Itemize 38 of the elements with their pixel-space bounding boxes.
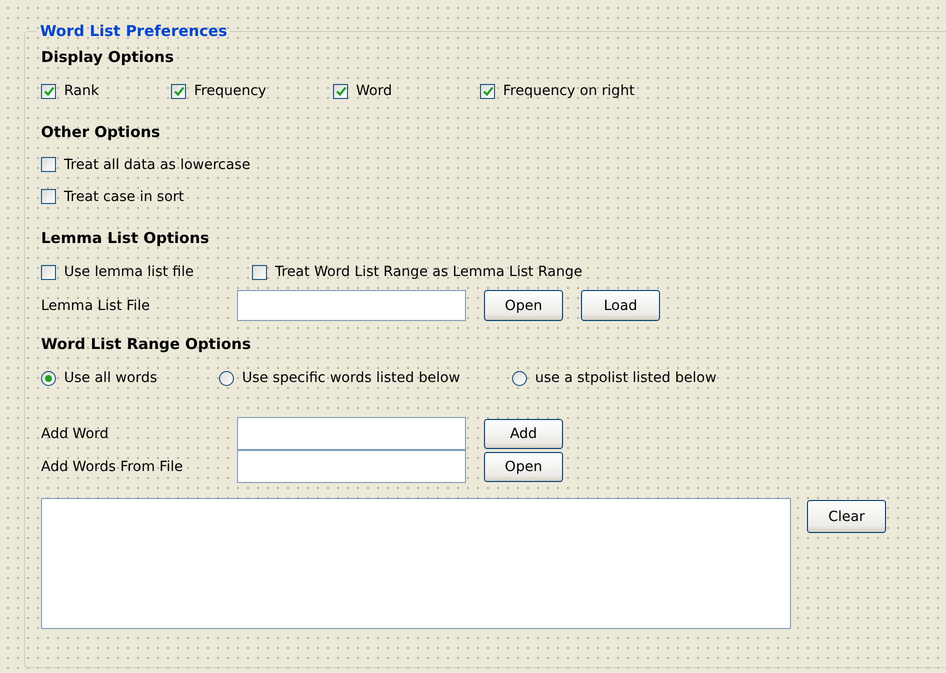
checkbox[interactable] xyxy=(41,189,56,204)
group-title: Word List Preferences xyxy=(39,22,228,40)
radio-button[interactable] xyxy=(512,370,527,386)
checkbox-label: Treat Word List Range as Lemma List Range xyxy=(275,264,582,280)
checkbox-label: Use lemma list file xyxy=(64,264,194,280)
button[interactable]: Open xyxy=(484,452,563,482)
input-field[interactable] xyxy=(237,450,466,483)
field-label: Add Words From File xyxy=(41,458,184,474)
checkbox-label: Frequency xyxy=(194,83,266,99)
radio-label: use a stpolist listed below xyxy=(535,370,716,386)
radio-label: Use all words xyxy=(64,370,158,386)
input-field[interactable] xyxy=(237,290,466,321)
field-label: Add Word xyxy=(41,426,110,442)
checkbox[interactable] xyxy=(41,84,56,98)
radio-button[interactable] xyxy=(41,370,56,386)
checkbox-label: Treat case in sort xyxy=(64,188,184,204)
checkbox[interactable] xyxy=(41,157,56,172)
checkbox[interactable] xyxy=(252,264,267,280)
checkbox[interactable] xyxy=(41,264,56,280)
radio-label: Use specific words listed below xyxy=(242,370,460,386)
section-heading: Lemma List Options xyxy=(41,229,210,249)
checkbox-label: Treat all data as lowercase xyxy=(64,156,250,172)
button[interactable]: Clear xyxy=(807,500,886,533)
section-heading: Display Options xyxy=(41,48,175,68)
button[interactable]: Load xyxy=(581,290,660,321)
checkbox-label: Rank xyxy=(64,83,99,99)
checkbox[interactable] xyxy=(333,84,348,98)
section-heading: Other Options xyxy=(41,123,162,143)
checkbox[interactable] xyxy=(171,84,186,98)
button[interactable]: Add xyxy=(484,418,563,448)
radio-button[interactable] xyxy=(219,370,234,386)
checkbox-label: Word xyxy=(356,83,392,99)
checkbox-label: Frequency on right xyxy=(503,83,635,99)
input-field[interactable] xyxy=(237,417,466,450)
button[interactable]: Open xyxy=(484,290,563,321)
checkbox[interactable] xyxy=(480,84,495,98)
field-label: Lemma List File xyxy=(41,298,151,314)
section-heading: Word List Range Options xyxy=(41,335,252,355)
